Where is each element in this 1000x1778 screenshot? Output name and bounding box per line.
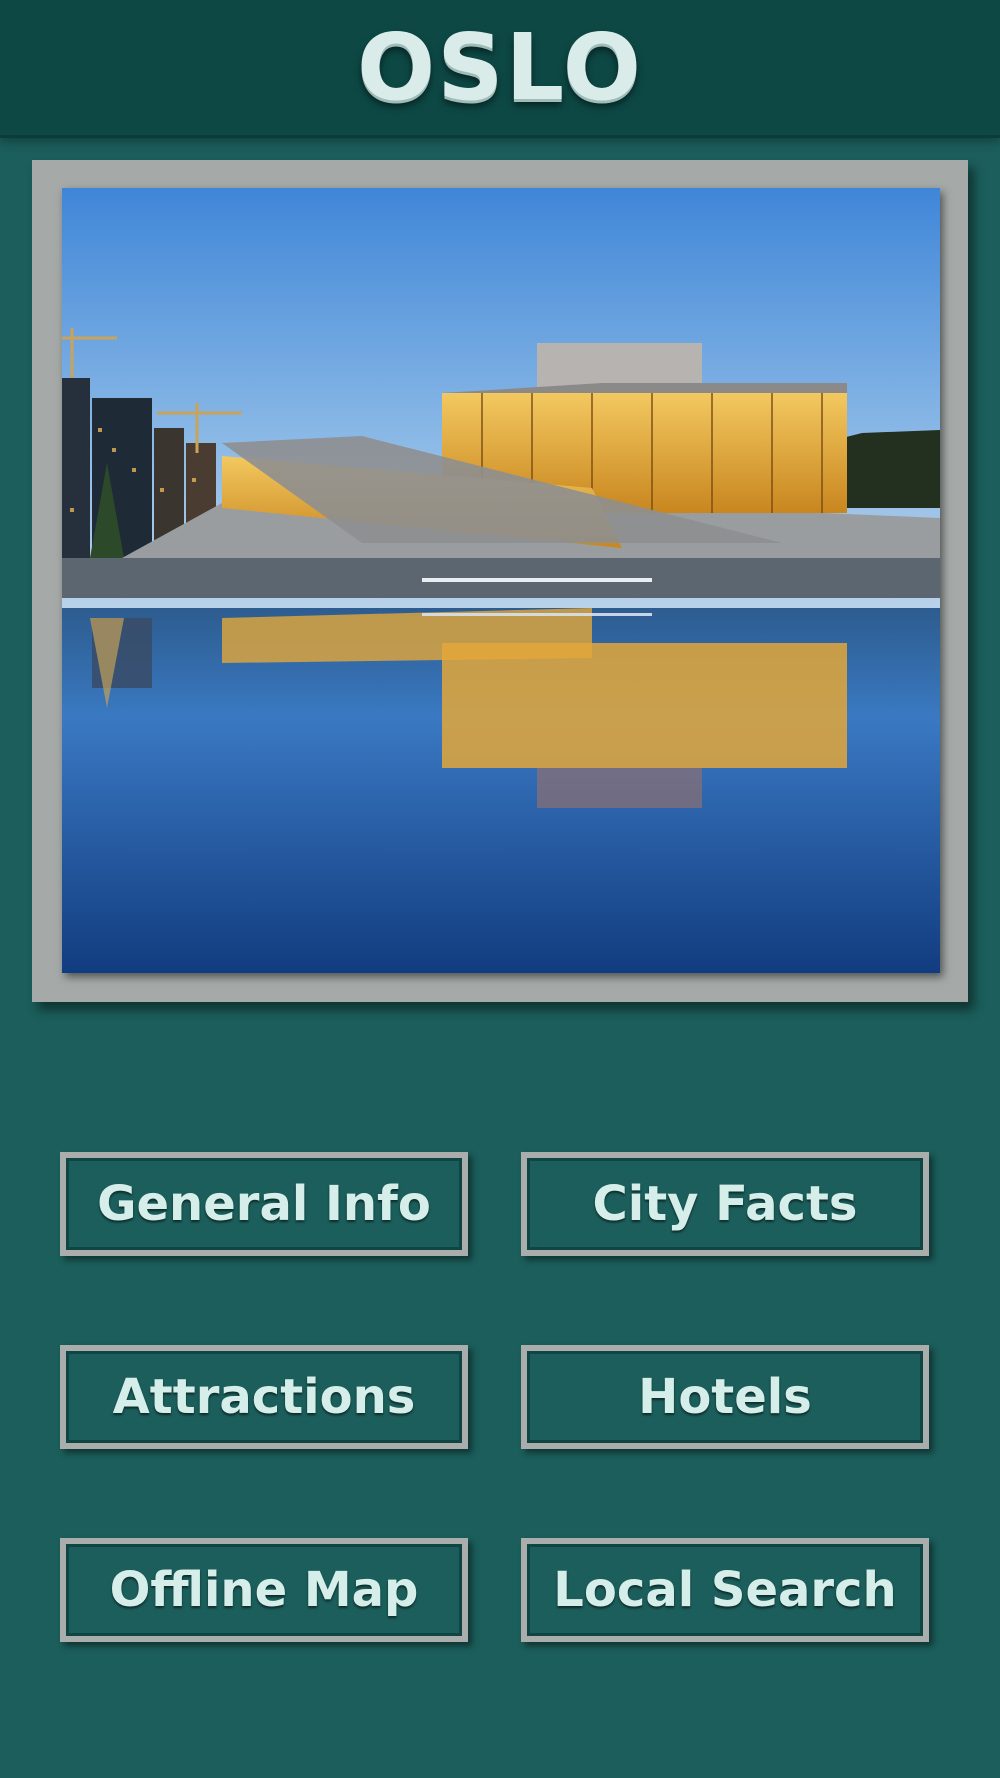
hotels-button[interactable]: Hotels (521, 1345, 929, 1449)
general-info-button[interactable]: General Info (60, 1152, 468, 1256)
hero-photo (62, 188, 940, 973)
local-search-button[interactable]: Local Search (521, 1538, 929, 1642)
city-facts-button[interactable]: City Facts (521, 1152, 929, 1256)
hero-photo-frame (32, 160, 968, 1002)
city-facts-label: City Facts (592, 1176, 858, 1232)
attractions-label: Attractions (112, 1369, 416, 1425)
hotels-label: Hotels (638, 1369, 812, 1425)
offline-map-button[interactable]: Offline Map (60, 1538, 468, 1642)
app-title: OSLO (356, 13, 644, 121)
general-info-label: General Info (97, 1176, 431, 1232)
local-search-label: Local Search (553, 1562, 897, 1618)
offline-map-label: Offline Map (109, 1562, 419, 1618)
attractions-button[interactable]: Attractions (60, 1345, 468, 1449)
app-header: OSLO (0, 0, 1000, 135)
